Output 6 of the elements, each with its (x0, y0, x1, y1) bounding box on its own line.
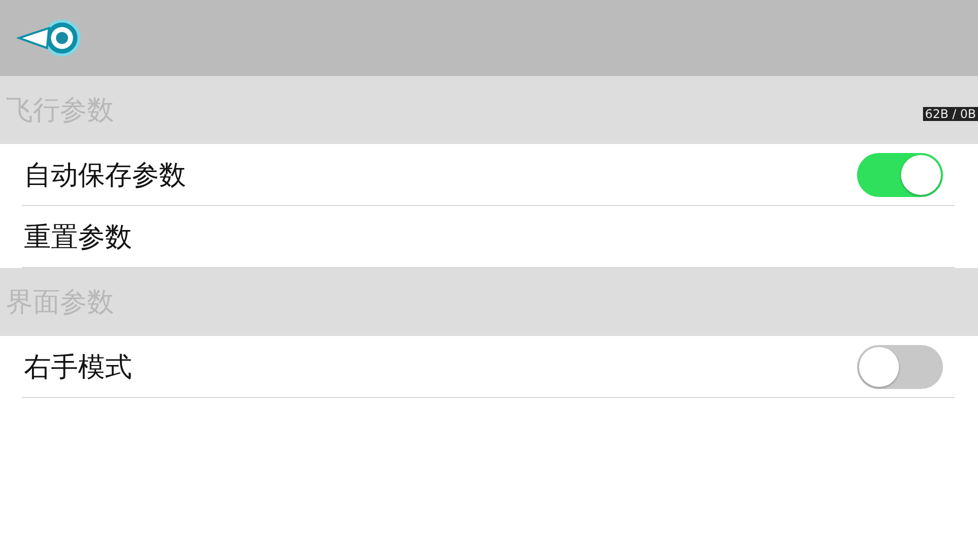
setting-label: 右手模式 (23, 350, 132, 384)
toggle-switch[interactable] (857, 152, 943, 196)
setting-label[interactable]: 重置参数 (22, 218, 132, 254)
toggle-switch[interactable] (857, 344, 943, 388)
traffic-badge: 62B / 0B (922, 107, 978, 121)
setting-label: 自动保存参数 (23, 158, 186, 192)
